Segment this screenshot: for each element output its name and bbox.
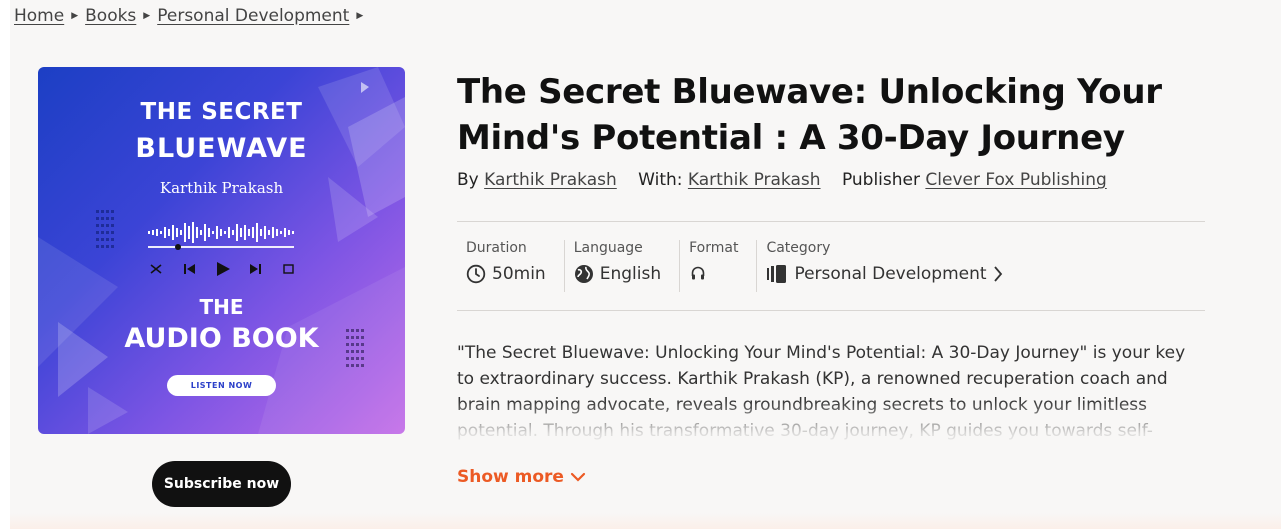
book-meta: Duration 50min Language English Format C… bbox=[457, 240, 1021, 292]
publisher-label: Publisher bbox=[841, 170, 920, 190]
author-link[interactable]: Karthik Prakash bbox=[484, 170, 617, 190]
caret-right-icon: ▶ bbox=[71, 11, 79, 21]
breadcrumb: Home ▶ Books ▶ Personal Development ▶ bbox=[14, 6, 370, 26]
divider bbox=[457, 310, 1205, 311]
language-label: Language bbox=[573, 240, 643, 256]
book-title: The Secret Bluewave: Unlocking Your Mind… bbox=[457, 72, 1162, 158]
meta-category[interactable]: Category Personal Development bbox=[757, 240, 1020, 292]
books-icon bbox=[767, 265, 787, 283]
publisher-link[interactable]: Clever Fox Publishing bbox=[925, 170, 1106, 190]
duration-value: 50min bbox=[492, 264, 546, 284]
meta-language: Language English bbox=[565, 240, 681, 292]
with-label: With: bbox=[638, 170, 683, 190]
narrator-link[interactable]: Karthik Prakash bbox=[688, 170, 821, 190]
chevron-down-icon bbox=[570, 472, 586, 482]
format-label: Format bbox=[689, 240, 739, 256]
headphones-icon bbox=[691, 266, 705, 280]
caret-right-icon: ▶ bbox=[143, 11, 151, 21]
book-cover: THE SECRET BLUEWAVE Karthik Prakash THE … bbox=[38, 67, 405, 434]
cover-listen-now: LISTEN NOW bbox=[167, 375, 276, 396]
category-value[interactable]: Personal Development bbox=[794, 264, 986, 284]
clock-icon bbox=[466, 264, 486, 284]
language-value: English bbox=[599, 264, 662, 284]
page: Home ▶ Books ▶ Personal Development ▶ TH… bbox=[10, 0, 1281, 529]
by-label: By bbox=[457, 170, 479, 190]
show-more-label: Show more bbox=[457, 467, 564, 487]
divider bbox=[457, 221, 1205, 222]
subscribe-button[interactable]: Subscribe now bbox=[152, 461, 291, 507]
chevron-right-icon bbox=[993, 266, 1002, 282]
globe-icon bbox=[574, 265, 593, 283]
breadcrumb-books[interactable]: Books bbox=[85, 6, 136, 26]
cover-title-line1: THE SECRET bbox=[140, 99, 303, 125]
breadcrumb-personal-development[interactable]: Personal Development bbox=[157, 6, 349, 26]
cover-subtitle-line2: AUDIO BOOK bbox=[124, 323, 319, 354]
category-label: Category bbox=[766, 240, 831, 256]
caret-right-icon: ▶ bbox=[356, 11, 364, 21]
byline: By Karthik Prakash With: Karthik Prakash… bbox=[457, 170, 1107, 190]
cover-author: Karthik Prakash bbox=[159, 179, 284, 197]
meta-format: Format bbox=[680, 240, 758, 292]
player-controls bbox=[150, 262, 294, 276]
meta-duration: Duration 50min bbox=[457, 240, 565, 292]
book-description: "The Secret Bluewave: Unlocking Your Min… bbox=[457, 343, 1186, 441]
breadcrumb-home[interactable]: Home bbox=[14, 6, 64, 26]
waveform-icon bbox=[148, 222, 294, 243]
secondary-button[interactable] bbox=[158, 523, 286, 529]
cover-subtitle-line1: THE bbox=[199, 295, 244, 319]
cover-title-line2: BLUEWAVE bbox=[135, 133, 308, 164]
show-more-button[interactable]: Show more bbox=[457, 467, 586, 487]
duration-label: Duration bbox=[466, 240, 527, 256]
